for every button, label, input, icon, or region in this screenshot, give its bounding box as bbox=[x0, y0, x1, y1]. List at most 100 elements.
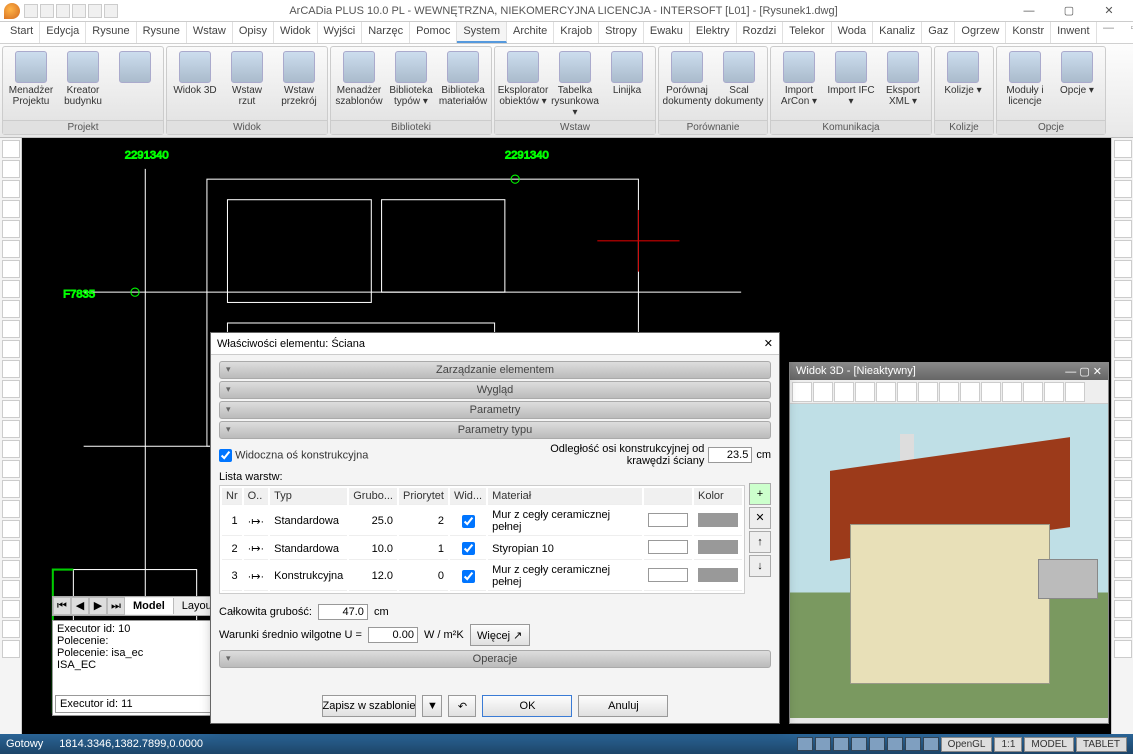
ribbon-tab[interactable]: Telekor bbox=[783, 22, 831, 43]
move-down-button[interactable]: ↓ bbox=[749, 555, 771, 577]
ribbon-tab[interactable]: Rozdzi bbox=[737, 22, 784, 43]
right-toolbar[interactable] bbox=[1111, 138, 1133, 734]
layer-color-swatch[interactable] bbox=[698, 540, 738, 554]
ribbon-tab[interactable]: Elektry bbox=[690, 22, 737, 43]
tool-button[interactable] bbox=[2, 400, 20, 418]
tool-button[interactable] bbox=[1114, 580, 1132, 598]
ribbon-tab[interactable]: Widok bbox=[274, 22, 318, 43]
tool-button[interactable] bbox=[1114, 640, 1132, 658]
view3d-tool-button[interactable] bbox=[960, 382, 980, 402]
mdi-minimize-icon[interactable]: — bbox=[1097, 22, 1121, 43]
tool-button[interactable] bbox=[1114, 540, 1132, 558]
ribbon-button[interactable]: Porównaj dokumenty bbox=[663, 51, 711, 107]
move-up-button[interactable]: ↑ bbox=[749, 531, 771, 553]
qat-save-icon[interactable] bbox=[56, 4, 70, 18]
layer-header[interactable]: Nr bbox=[222, 488, 242, 505]
ribbon-tab[interactable]: Krajob bbox=[554, 22, 599, 43]
ribbon-button[interactable]: Import ArCon ▾ bbox=[775, 51, 823, 107]
layer-pattern-swatch[interactable] bbox=[648, 513, 688, 527]
ribbon-tab[interactable]: Opisy bbox=[233, 22, 274, 43]
qat-redo-icon[interactable] bbox=[88, 4, 102, 18]
ribbon-button[interactable]: Wstaw rzut bbox=[223, 51, 271, 107]
maximize-button[interactable]: ▢ bbox=[1049, 1, 1089, 21]
ribbon-tab[interactable]: Wstaw bbox=[187, 22, 233, 43]
tool-button[interactable] bbox=[1114, 620, 1132, 638]
section-operations[interactable]: Operacje bbox=[219, 650, 771, 668]
layer-header[interactable]: Grubo... bbox=[349, 488, 397, 505]
tool-button[interactable] bbox=[1114, 220, 1132, 238]
qat-open-icon[interactable] bbox=[40, 4, 54, 18]
ribbon-button[interactable]: Biblioteka materiałów bbox=[439, 51, 487, 107]
tool-button[interactable] bbox=[1114, 560, 1132, 578]
layers-table[interactable]: NrO..TypGrubo...PriorytetWid...MateriałK… bbox=[219, 485, 745, 594]
tool-button[interactable] bbox=[1114, 200, 1132, 218]
save-template-dropdown[interactable]: ▼ bbox=[422, 695, 442, 717]
layer-header[interactable]: Priorytet bbox=[399, 488, 448, 505]
undo-changes-button[interactable]: ↶ bbox=[448, 695, 476, 717]
ok-button[interactable]: OK bbox=[482, 695, 572, 717]
minimize-button[interactable]: — bbox=[1009, 1, 1049, 21]
tool-button[interactable] bbox=[2, 600, 20, 618]
ribbon-button[interactable]: Linijka bbox=[603, 51, 651, 96]
dialog-close-icon[interactable]: ✕ bbox=[764, 337, 773, 350]
status-tablet[interactable]: TABLET bbox=[1076, 737, 1127, 752]
ribbon-button[interactable] bbox=[111, 51, 159, 85]
status-opengl[interactable]: OpenGL bbox=[941, 737, 993, 752]
layer-visible-checkbox[interactable] bbox=[462, 515, 475, 528]
cancel-button[interactable]: Anuluj bbox=[578, 695, 668, 717]
ribbon-tab[interactable]: Archite bbox=[507, 22, 554, 43]
model-tabstrip[interactable]: ⏮ ◀ ▶ ⏭ Model Layout1 bbox=[52, 596, 231, 616]
layer-header[interactable]: Typ bbox=[270, 488, 347, 505]
view3d-tool-button[interactable] bbox=[876, 382, 896, 402]
section-appearance[interactable]: Wygląd bbox=[219, 381, 771, 399]
tool-button[interactable] bbox=[1114, 520, 1132, 538]
section-management[interactable]: Zarządzanie elementem bbox=[219, 361, 771, 379]
ribbon-tab[interactable]: Rysune bbox=[86, 22, 136, 43]
view3d-tool-button[interactable] bbox=[834, 382, 854, 402]
status-toggle[interactable] bbox=[905, 737, 921, 751]
tool-button[interactable] bbox=[2, 460, 20, 478]
tool-button[interactable] bbox=[2, 560, 20, 578]
total-thickness-input[interactable] bbox=[318, 604, 368, 620]
view3d-tool-button[interactable] bbox=[981, 382, 1001, 402]
layer-header[interactable]: Materiał bbox=[488, 488, 642, 505]
u-value-input[interactable] bbox=[368, 627, 418, 643]
tool-button[interactable] bbox=[2, 520, 20, 538]
more-button[interactable]: Więcej ↗ bbox=[470, 624, 530, 646]
qat-more-icon[interactable] bbox=[104, 4, 118, 18]
ribbon-tab[interactable]: Ogrzew bbox=[955, 22, 1006, 43]
qat-undo-icon[interactable] bbox=[72, 4, 86, 18]
ribbon-tab[interactable]: Pomoc bbox=[410, 22, 457, 43]
qat-new-icon[interactable] bbox=[24, 4, 38, 18]
layer-header[interactable]: Kolor bbox=[694, 488, 742, 505]
layer-header[interactable] bbox=[644, 488, 692, 505]
layer-pattern-swatch[interactable] bbox=[648, 540, 688, 554]
tool-button[interactable] bbox=[1114, 160, 1132, 178]
tab-model[interactable]: Model bbox=[125, 598, 174, 614]
tool-button[interactable] bbox=[1114, 380, 1132, 398]
remove-layer-button[interactable]: ✕ bbox=[749, 507, 771, 529]
ribbon-button[interactable]: Biblioteka typów ▾ bbox=[387, 51, 435, 107]
view3d-tool-button[interactable] bbox=[1023, 382, 1043, 402]
ribbon-tab[interactable]: Ewaku bbox=[644, 22, 690, 43]
ribbon-tab[interactable]: Inwent bbox=[1051, 22, 1096, 43]
layer-visible-checkbox[interactable] bbox=[462, 570, 475, 583]
tab-nav-last-icon[interactable]: ⏭ bbox=[107, 597, 125, 615]
visible-axis-checkbox[interactable] bbox=[219, 449, 232, 462]
status-model[interactable]: MODEL bbox=[1024, 737, 1074, 752]
ribbon-button[interactable]: Menadżer Projektu bbox=[7, 51, 55, 107]
tab-nav-first-icon[interactable]: ⏮ bbox=[53, 597, 71, 615]
tool-button[interactable] bbox=[2, 380, 20, 398]
view3d-tool-button[interactable] bbox=[855, 382, 875, 402]
layer-row[interactable]: 2·↦·Standardowa10.01Styropian 10 bbox=[222, 538, 742, 560]
ribbon-tab[interactable]: Rysune bbox=[137, 22, 187, 43]
save-template-button[interactable]: Zapisz w szablonie bbox=[322, 695, 417, 717]
ribbon-tab[interactable]: Woda bbox=[832, 22, 874, 43]
ribbon-button[interactable]: Scal dokumenty bbox=[715, 51, 763, 107]
layer-color-swatch[interactable] bbox=[698, 568, 738, 582]
status-toggle[interactable] bbox=[923, 737, 939, 751]
visible-axis-checkbox-label[interactable]: Widoczna oś konstrukcyjna bbox=[219, 449, 368, 462]
tool-button[interactable] bbox=[2, 220, 20, 238]
status-toggle[interactable] bbox=[797, 737, 813, 751]
view3d-tool-button[interactable] bbox=[897, 382, 917, 402]
